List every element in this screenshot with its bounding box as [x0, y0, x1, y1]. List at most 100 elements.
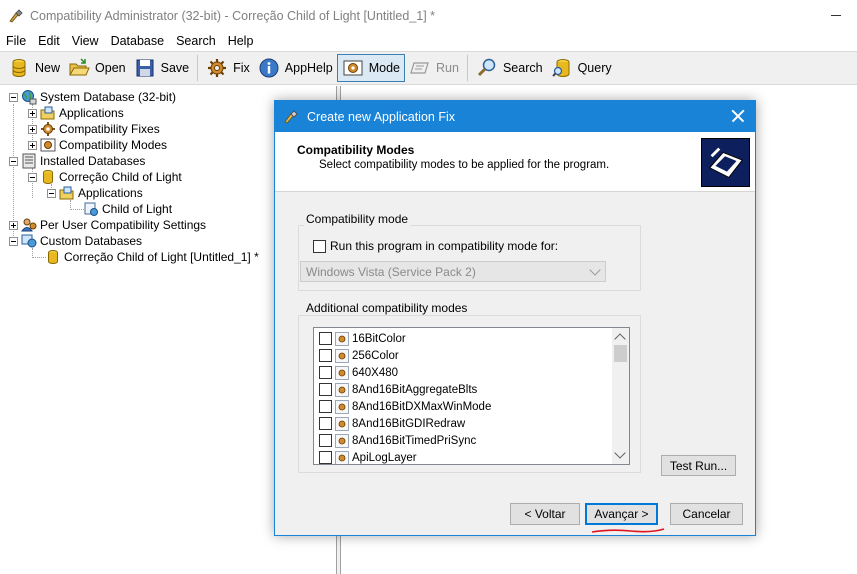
list-item[interactable]: 8And16BitDXMaxWinMode — [319, 398, 491, 415]
open-label: Open — [95, 61, 126, 75]
close-icon[interactable] — [729, 107, 747, 125]
applications-folder-icon — [40, 106, 55, 120]
list-item[interactable]: 16BitColor — [319, 330, 406, 347]
menu-database[interactable]: Database — [105, 34, 171, 48]
open-folder-icon — [69, 58, 90, 76]
mode-label: 16BitColor — [352, 332, 406, 345]
list-item[interactable]: 8And16BitAggregateBlts — [319, 381, 477, 398]
menu-edit[interactable]: Edit — [32, 34, 66, 48]
os-version-value: Windows Vista (Service Pack 2) — [306, 264, 476, 279]
mode-checkbox[interactable] — [319, 383, 332, 396]
tree-item-compatibility-fixes[interactable]: Compatibility Fixes — [28, 121, 160, 137]
tree-item-custom-databases[interactable]: Custom Databases — [9, 233, 142, 249]
tree-item-installed-correcao[interactable]: Correção Child of Light — [28, 169, 182, 185]
list-item[interactable]: 8And16BitTimedPriSync — [319, 432, 476, 449]
new-button[interactable]: New — [4, 54, 64, 82]
list-item[interactable]: ApiLogLayer — [319, 449, 417, 464]
tree-item-system-database[interactable]: System Database (32-bit) — [9, 89, 176, 105]
mode-label: 640X480 — [352, 366, 399, 379]
collapse-toggle[interactable] — [9, 92, 18, 102]
apphelp-button[interactable]: AppHelp — [254, 54, 337, 82]
test-run-button[interactable]: Test Run... — [661, 455, 736, 476]
tree-label: Correção Child of Light [Untitled_1] * — [64, 250, 259, 264]
tree-item-custom-correcao[interactable]: Correção Child of Light [Untitled_1] * — [45, 249, 259, 265]
search-button[interactable]: Search — [472, 54, 547, 82]
collapse-toggle[interactable] — [9, 156, 18, 166]
mode-checkbox[interactable] — [319, 332, 332, 345]
mode-label: Mode — [368, 61, 401, 75]
mode-label: 8And16BitTimedPriSync — [352, 434, 477, 447]
tree-label: Applications — [59, 106, 124, 120]
database-icon — [48, 250, 58, 264]
mode-checkbox[interactable] — [319, 417, 332, 430]
scroll-down-icon[interactable] — [614, 447, 626, 459]
tree-item-compatibility-modes[interactable]: Compatibility Modes — [28, 137, 167, 153]
search-icon — [477, 58, 496, 77]
tree-item-per-user-settings[interactable]: Per User Compatibility Settings — [9, 217, 206, 233]
app-icon — [284, 109, 298, 123]
fix-label: Fix — [233, 61, 250, 75]
menu-view[interactable]: View — [66, 34, 105, 48]
tree-label: Applications — [78, 186, 143, 200]
back-label: < Voltar — [524, 507, 566, 521]
window-title-bar: Compatibility Administrator (32-bit) - C… — [0, 0, 857, 32]
collapse-toggle[interactable] — [47, 188, 56, 198]
list-scrollbar[interactable] — [612, 328, 629, 464]
mode-checkbox[interactable] — [319, 451, 332, 464]
mode-button[interactable]: Mode — [336, 54, 406, 82]
run-icon — [410, 62, 429, 74]
run-in-compat-mode-label: Run this program in compatibility mode f… — [330, 239, 559, 253]
scroll-thumb[interactable] — [614, 345, 627, 362]
list-item[interactable]: 640X480 — [319, 364, 398, 381]
mode-checkbox[interactable] — [319, 400, 332, 413]
mode-checkbox[interactable] — [319, 366, 332, 379]
fix-button[interactable]: Fix — [202, 54, 254, 82]
mode-icon — [343, 60, 363, 76]
list-item[interactable]: 8And16BitGDIRedraw — [319, 415, 465, 432]
create-fix-dialog: Create new Application Fix Compatibility… — [274, 100, 756, 536]
info-icon — [259, 58, 279, 78]
run-button[interactable]: Run — [405, 54, 463, 82]
run-in-compat-mode-checkbox-row[interactable]: Run this program in compatibility mode f… — [313, 239, 558, 253]
annotation-underline — [591, 528, 665, 533]
open-button[interactable]: Open — [64, 54, 130, 82]
menu-search[interactable]: Search — [170, 34, 222, 48]
tree-item-child-of-light[interactable]: Child of Light — [83, 201, 172, 217]
window-title: Compatibility Administrator (32-bit) - C… — [30, 9, 436, 23]
scroll-up-icon[interactable] — [614, 333, 626, 345]
cancel-button[interactable]: Cancelar — [670, 503, 743, 525]
mode-icon — [335, 348, 349, 363]
mode-label: 8And16BitAggregateBlts — [352, 383, 478, 396]
expand-toggle[interactable] — [28, 124, 37, 134]
list-item[interactable]: 256Color — [319, 347, 399, 364]
menu-file[interactable]: File — [0, 34, 32, 48]
mode-label: 8And16BitGDIRedraw — [352, 417, 466, 430]
dialog-title-bar: Create new Application Fix — [275, 101, 755, 132]
compatibility-modes-list[interactable]: 16BitColor 256Color 640X480 8And16BitAgg… — [313, 327, 630, 465]
collapse-toggle[interactable] — [9, 236, 18, 246]
database-icon — [43, 170, 53, 184]
minimize-button[interactable] — [831, 9, 843, 21]
expand-toggle[interactable] — [9, 220, 18, 230]
os-version-select[interactable]: Windows Vista (Service Pack 2) — [300, 261, 606, 282]
tree-item-installed-databases[interactable]: Installed Databases — [9, 153, 145, 169]
back-button[interactable]: < Voltar — [510, 503, 580, 525]
floppy-disk-icon — [136, 59, 154, 77]
mode-label: 8And16BitDXMaxWinMode — [352, 400, 492, 413]
database-icon — [12, 59, 26, 77]
collapse-toggle[interactable] — [28, 172, 37, 182]
mode-checkbox[interactable] — [319, 349, 332, 362]
expand-toggle[interactable] — [28, 108, 37, 118]
menu-help[interactable]: Help — [222, 34, 260, 48]
tree-label: Installed Databases — [40, 154, 146, 168]
save-button[interactable]: Save — [130, 54, 194, 82]
tree-item-installed-applications[interactable]: Applications — [47, 185, 143, 201]
mode-checkbox[interactable] — [319, 434, 332, 447]
run-in-compat-mode-checkbox[interactable] — [313, 239, 326, 253]
custom-databases-icon — [21, 234, 37, 248]
expand-toggle[interactable] — [28, 140, 37, 150]
fix-gear-icon — [41, 122, 55, 136]
tree-item-applications[interactable]: Applications — [28, 105, 124, 121]
next-button[interactable]: Avançar > — [585, 503, 658, 525]
query-button[interactable]: Query — [547, 54, 616, 82]
